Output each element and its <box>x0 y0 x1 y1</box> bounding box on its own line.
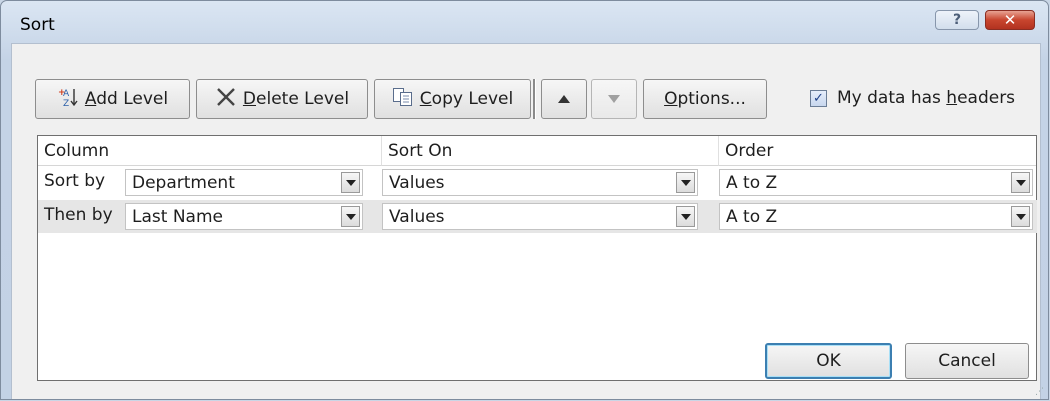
sort-az-add-icon: + A Z <box>57 86 79 113</box>
svg-text:A: A <box>63 89 70 99</box>
options-accesskey: O <box>664 89 678 109</box>
delete-level-label: Delete Level <box>243 89 349 109</box>
order-select[interactable]: A to Z <box>719 203 1033 230</box>
headers-checkbox-row[interactable]: ✓ My data has headers <box>810 88 1015 108</box>
column-select-value: Last Name <box>132 207 223 227</box>
copy-level-accesskey: C <box>419 89 432 109</box>
cancel-button[interactable]: Cancel <box>905 343 1029 379</box>
row-label: Sort by <box>44 171 106 191</box>
headers-accesskey: h <box>946 88 958 108</box>
row-label: Then by <box>44 205 113 225</box>
delete-level-text: elete Level <box>256 89 350 109</box>
title-bar: Sort ? ✕ <box>1 1 1048 45</box>
sort-panel: + A Z Add Level Delete Level Copy Level … <box>11 43 1041 399</box>
move-up-button[interactable] <box>541 79 587 119</box>
column-select-value: Department <box>132 173 235 193</box>
sort-on-select[interactable]: Values <box>382 169 698 196</box>
sort-on-select-value: Values <box>389 207 445 227</box>
dialog-title: Sort <box>20 15 55 35</box>
toolbar-separator <box>533 79 536 119</box>
copy-level-label: Copy Level <box>420 89 513 109</box>
help-button[interactable]: ? <box>935 10 979 30</box>
order-select[interactable]: A to Z <box>719 169 1033 196</box>
headers-checkbox[interactable]: ✓ <box>810 89 827 107</box>
resize-grip-icon[interactable]: ⋰ <box>1035 387 1045 397</box>
sort-level-row[interactable]: Sort by Department Values A to Z <box>38 166 1037 199</box>
dropdown-arrow-icon[interactable] <box>676 206 695 227</box>
column-header-order: Order <box>719 136 1036 166</box>
copy-icon <box>392 87 414 112</box>
dropdown-arrow-icon[interactable] <box>341 206 360 227</box>
column-select[interactable]: Last Name <box>125 203 363 230</box>
add-level-label: Add Level <box>85 89 168 109</box>
dropdown-arrow-icon[interactable] <box>1011 172 1030 193</box>
dropdown-arrow-icon[interactable] <box>1011 206 1030 227</box>
cancel-label: Cancel <box>938 351 996 371</box>
triangle-down-icon <box>607 89 621 109</box>
ok-label: OK <box>816 351 841 371</box>
headers-label-prefix: My data has <box>837 88 947 108</box>
column-header-column: Column <box>38 136 382 166</box>
options-label: Options... <box>664 89 746 109</box>
add-level-text: dd Level <box>96 89 169 109</box>
move-down-button[interactable] <box>591 79 637 119</box>
sort-level-row[interactable]: Then by Last Name Values A to Z <box>38 200 1037 233</box>
options-text: ptions... <box>677 89 746 109</box>
column-select[interactable]: Department <box>125 169 363 196</box>
close-button[interactable]: ✕ <box>985 10 1035 30</box>
help-icon: ? <box>952 12 962 28</box>
headers-label-rest: eaders <box>957 88 1016 108</box>
sort-on-select-value: Values <box>389 173 445 193</box>
svg-text:Z: Z <box>63 99 69 108</box>
triangle-up-icon <box>557 89 571 109</box>
close-icon: ✕ <box>1003 11 1017 29</box>
delete-level-button[interactable]: Delete Level <box>196 79 368 119</box>
add-level-accesskey: A <box>84 89 97 109</box>
column-header-sort-on: Sort On <box>382 136 719 166</box>
ok-button[interactable]: OK <box>765 343 892 379</box>
copy-level-button[interactable]: Copy Level <box>374 79 531 119</box>
headers-checkbox-label: My data has headers <box>837 88 1015 108</box>
copy-level-text: opy Level <box>431 89 514 109</box>
dropdown-arrow-icon[interactable] <box>676 172 695 193</box>
delete-x-icon <box>215 87 237 112</box>
dropdown-arrow-icon[interactable] <box>341 172 360 193</box>
delete-level-accesskey: D <box>242 89 257 109</box>
options-button[interactable]: Options... <box>643 79 767 119</box>
sort-dialog: Sort ? ✕ + A Z Add Level Delete Level Co… <box>0 0 1049 400</box>
sort-on-select[interactable]: Values <box>382 203 698 230</box>
order-select-value: A to Z <box>726 173 778 193</box>
add-level-button[interactable]: + A Z Add Level <box>35 79 190 119</box>
order-select-value: A to Z <box>726 207 778 227</box>
checkmark-icon: ✓ <box>813 90 824 106</box>
